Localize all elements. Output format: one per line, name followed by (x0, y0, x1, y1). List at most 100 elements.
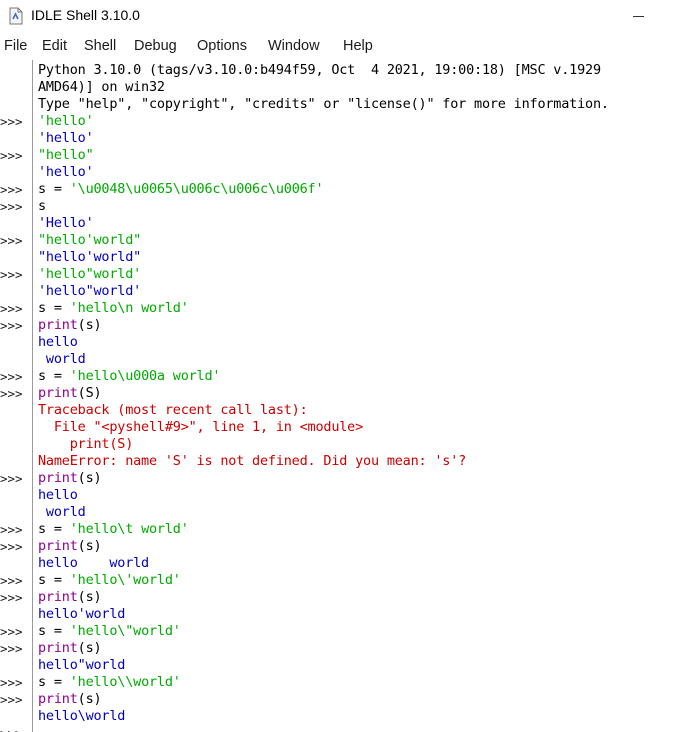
shell-line: Traceback (most recent call last): (38, 402, 308, 418)
shell-line: 'hello"world' (38, 266, 142, 282)
shell-line: s (38, 198, 46, 214)
call-args: (s) (77, 317, 102, 333)
code-text: s = (38, 181, 70, 197)
builtin-name: print (38, 470, 78, 486)
builtin-name: print (38, 538, 78, 554)
menu-help[interactable]: Help (343, 38, 373, 54)
shell-prompt: >>> (0, 692, 23, 707)
builtin-name: print (38, 640, 78, 656)
shell-prompt: >>> (0, 641, 23, 656)
shell-prompt: >>> (0, 148, 23, 163)
string-literal: 'hello\'world' (69, 572, 181, 588)
shell-line: s = 'hello\"world' (38, 623, 181, 640)
shell-prompt: >>> (0, 233, 23, 248)
shell-prompt: >>> (0, 199, 23, 214)
shell-prompt: >>> (0, 471, 23, 486)
shell-area[interactable]: >>> >>> >>> >>> >>> >>> >>> >>> >>> >>> >>> >>> >>> >… (0, 60, 680, 732)
code-text: s = (38, 623, 70, 639)
call-args: (s) (77, 470, 102, 486)
shell-line: print(s) (38, 589, 102, 606)
shell-line: 'hello' (38, 130, 94, 146)
builtin-name: print (38, 317, 78, 333)
shell-line: 'hello' (38, 113, 94, 129)
shell-line: s = 'hello\'world' (38, 572, 181, 589)
menu-edit[interactable]: Edit (42, 38, 67, 54)
string-literal: 'hello\n world' (69, 300, 189, 316)
builtin-name: print (38, 385, 78, 401)
menu-options[interactable]: Options (197, 38, 247, 54)
shell-line: 'hello"world' (38, 283, 142, 299)
shell-line: world (38, 351, 86, 367)
shell-line: hello\world (38, 708, 126, 724)
shell-prompt: >>> (0, 386, 23, 401)
menu-file[interactable]: File (4, 38, 27, 54)
shell-line: s = '\u0048\u0065\u006c\u006c\u006f' (38, 181, 324, 198)
shell-prompt: >>> (0, 301, 23, 316)
shell-line: s = 'hello\u000a world' (38, 368, 221, 385)
call-args: (s) (77, 691, 102, 707)
shell-line: "hello'world" (38, 232, 142, 248)
gutter-divider (32, 60, 33, 732)
shell-prompt: >>> (0, 539, 23, 554)
shell-line: print(s) (38, 691, 102, 708)
call-args: (s) (77, 538, 102, 554)
shell-line: s = 'hello\t world' (38, 521, 189, 538)
menu-window[interactable]: Window (268, 38, 320, 54)
window-title: IDLE Shell 3.10.0 (31, 7, 140, 23)
menu-bar: File Edit Shell Debug Options Window Hel… (0, 36, 680, 58)
shell-prompt: >>> (0, 624, 23, 639)
code-text: s = (38, 572, 70, 588)
shell-line: print(s) (38, 317, 102, 334)
shell-line: "hello'world" (38, 249, 142, 265)
shell-prompt: >>> (0, 725, 32, 732)
code-text: s = (38, 521, 70, 537)
shell-line: 'hello' (38, 164, 94, 180)
string-literal: 'hello\u000a world' (69, 368, 221, 384)
shell-prompt: >>> (0, 369, 23, 384)
code-text: s = (38, 368, 70, 384)
shell-line: hello world (38, 555, 149, 571)
shell-prompt: >>> (0, 114, 23, 129)
string-literal: 'hello\t world' (69, 521, 189, 537)
shell-line: s = 'hello\\world' (38, 674, 181, 691)
code-text: s = (38, 674, 70, 690)
call-args: (s) (77, 640, 102, 656)
title-bar[interactable]: IDLE Shell 3.10.0 (0, 0, 680, 33)
shell-line: NameError: name 'S' is not defined. Did … (38, 453, 467, 469)
shell-line: Python 3.10.0 (tags/v3.10.0:b494f59, Oct… (38, 62, 601, 78)
shell-line: AMD64)] on win32 (38, 79, 165, 95)
menu-debug[interactable]: Debug (134, 38, 177, 54)
shell-line: hello'world (38, 606, 126, 622)
idle-app-icon (9, 7, 23, 25)
shell-line: print(S) (38, 385, 102, 402)
shell-line: hello"world (38, 657, 126, 673)
shell-line: "hello" (38, 147, 94, 163)
call-args: (S) (77, 385, 102, 401)
shell-line: print(s) (38, 538, 102, 555)
shell-line: print(s) (38, 470, 102, 487)
shell-line: Type "help", "copyright", "credits" or "… (38, 96, 609, 112)
shell-prompt: >>> (0, 182, 23, 197)
shell-line: world (38, 504, 86, 520)
shell-prompt: >>> (0, 318, 23, 333)
shell-line: s = 'hello\n world' (38, 300, 189, 317)
shell-prompt: >>> (0, 573, 23, 588)
prompt-gutter: >>> >>> >>> >>> >>> >>> >>> >>> >>> >>> >>> >>> >>> >… (0, 60, 32, 732)
builtin-name: print (38, 691, 78, 707)
shell-prompt: >>> (0, 522, 23, 537)
shell-prompt: >>> (0, 590, 23, 605)
shell-prompt: >>> (0, 267, 23, 282)
string-literal: 'hello\\world' (69, 674, 181, 690)
shell-line: hello (38, 334, 78, 350)
shell-line: 'Hello' (38, 215, 94, 231)
string-literal: '\u0048\u0065\u006c\u006c\u006f' (69, 181, 324, 197)
shell-line: File "<pyshell#9>", line 1, in <module> (38, 419, 364, 435)
shell-line: print(s) (38, 640, 102, 657)
shell-text[interactable]: Python 3.10.0 (tags/v3.10.0:b494f59, Oct… (38, 60, 680, 732)
shell-prompt: >>> (0, 675, 23, 690)
code-text: s = (38, 300, 70, 316)
menu-shell[interactable]: Shell (84, 38, 116, 54)
string-literal: 'hello\"world' (69, 623, 181, 639)
shell-line: hello (38, 487, 78, 503)
minimize-button[interactable] (624, 0, 658, 30)
